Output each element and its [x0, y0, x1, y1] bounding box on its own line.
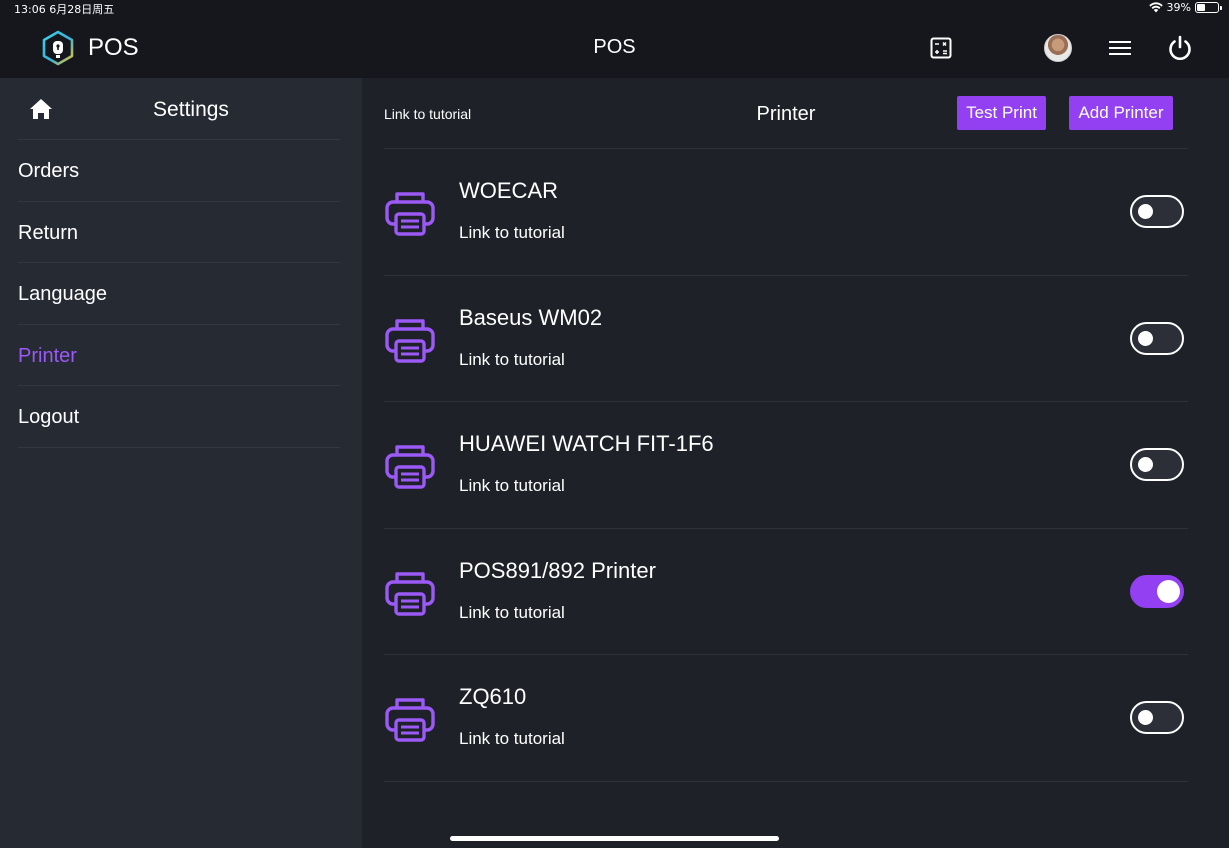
pos-logo-icon — [42, 30, 74, 66]
toggle-knob — [1157, 579, 1180, 603]
sidebar-item-logout[interactable]: Logout — [18, 386, 340, 448]
printer-row-woecar: WOECAR Link to tutorial — [384, 149, 1188, 276]
battery-fill — [1197, 4, 1205, 11]
printer-tutorial-link[interactable]: Link to tutorial — [459, 603, 565, 623]
printer-tutorial-link[interactable]: Link to tutorial — [459, 476, 565, 496]
sidebar-item-orders[interactable]: Orders — [18, 140, 340, 202]
printer-toggle[interactable] — [1130, 574, 1184, 608]
printer-icon — [385, 445, 435, 489]
printer-name: HUAWEI WATCH FIT-1F6 — [459, 431, 714, 456]
toggle-knob — [1138, 330, 1153, 346]
add-printer-button[interactable]: Add Printer — [1069, 96, 1173, 130]
printer-row-huawei: HUAWEI WATCH FIT-1F6 Link to tutorial — [384, 402, 1188, 529]
toggle-knob — [1138, 710, 1153, 725]
menu-button[interactable] — [1105, 33, 1135, 63]
toggle-knob — [1138, 457, 1153, 472]
settings-sidebar: Settings Orders Return Language Printer … — [0, 78, 362, 848]
printer-tutorial-link[interactable]: Link to tutorial — [459, 729, 565, 749]
printer-row-zq610: ZQ610 Link to tutorial — [384, 655, 1188, 782]
sidebar-header: Settings — [18, 78, 340, 140]
battery-icon — [1195, 2, 1222, 13]
sidebar-item-printer[interactable]: Printer — [18, 325, 340, 387]
menu-icon — [1109, 41, 1131, 55]
calculator-button[interactable] — [926, 33, 956, 63]
brand-name: POS — [88, 34, 139, 61]
calculator-icon — [930, 37, 952, 59]
status-bar: 13:06 6月28日周五 39% — [0, 0, 1229, 16]
page-title: Printer — [756, 103, 816, 125]
printer-name: ZQ610 — [459, 684, 527, 709]
pos-settings-screen: 13:06 6月28日周五 39% POS POS Settings Order… — [0, 0, 1229, 848]
battery-percent: 39% — [1166, 1, 1191, 14]
toggle-knob — [1138, 204, 1153, 219]
printer-tutorial-link[interactable]: Link to tutorial — [459, 350, 565, 370]
printer-toggle[interactable] — [1130, 448, 1184, 481]
printer-toggle[interactable] — [1130, 195, 1184, 228]
printer-header: Link to tutorial Printer Test Print Add … — [384, 78, 1188, 149]
printer-row-baseus: Baseus WM02 Link to tutorial — [384, 276, 1188, 402]
home-indicator[interactable] — [450, 836, 779, 841]
status-time: 13:06 6月28日周五 — [14, 3, 115, 16]
printer-toggle[interactable] — [1130, 321, 1184, 355]
printer-icon — [385, 698, 435, 742]
printer-toggle[interactable] — [1130, 701, 1184, 734]
sidebar-item-language[interactable]: Language — [18, 263, 340, 325]
top-bar: POS POS — [0, 16, 1229, 78]
sidebar-item-return[interactable]: Return — [18, 202, 340, 264]
printer-settings-panel: Link to tutorial Printer Test Print Add … — [362, 78, 1229, 848]
printer-row-pos891: POS891/892 Printer Link to tutorial — [384, 529, 1188, 655]
printer-name: WOECAR — [459, 178, 558, 203]
sidebar-nav: Orders Return Language Printer Logout — [18, 140, 340, 448]
test-print-button[interactable]: Test Print — [957, 96, 1046, 130]
brand[interactable]: POS — [40, 30, 139, 66]
user-avatar-button[interactable] — [1043, 33, 1073, 63]
printer-name: POS891/892 Printer — [459, 557, 656, 583]
status-right: 39% — [1148, 1, 1222, 14]
printer-tutorial-link[interactable]: Link to tutorial — [459, 223, 565, 243]
wifi-icon — [1148, 2, 1163, 13]
printer-icon — [385, 571, 435, 616]
printer-name: Baseus WM02 — [459, 304, 603, 330]
tutorial-link[interactable]: Link to tutorial — [384, 106, 471, 122]
printer-icon — [385, 318, 435, 363]
avatar — [1044, 34, 1072, 62]
topbar-title: POS — [593, 36, 636, 58]
power-button[interactable] — [1165, 33, 1195, 63]
printer-list: WOECAR Link to tutorial Baseus WM02 Link… — [384, 149, 1188, 782]
power-icon — [1169, 35, 1191, 60]
printer-icon — [385, 192, 435, 236]
sidebar-title: Settings — [153, 98, 229, 121]
